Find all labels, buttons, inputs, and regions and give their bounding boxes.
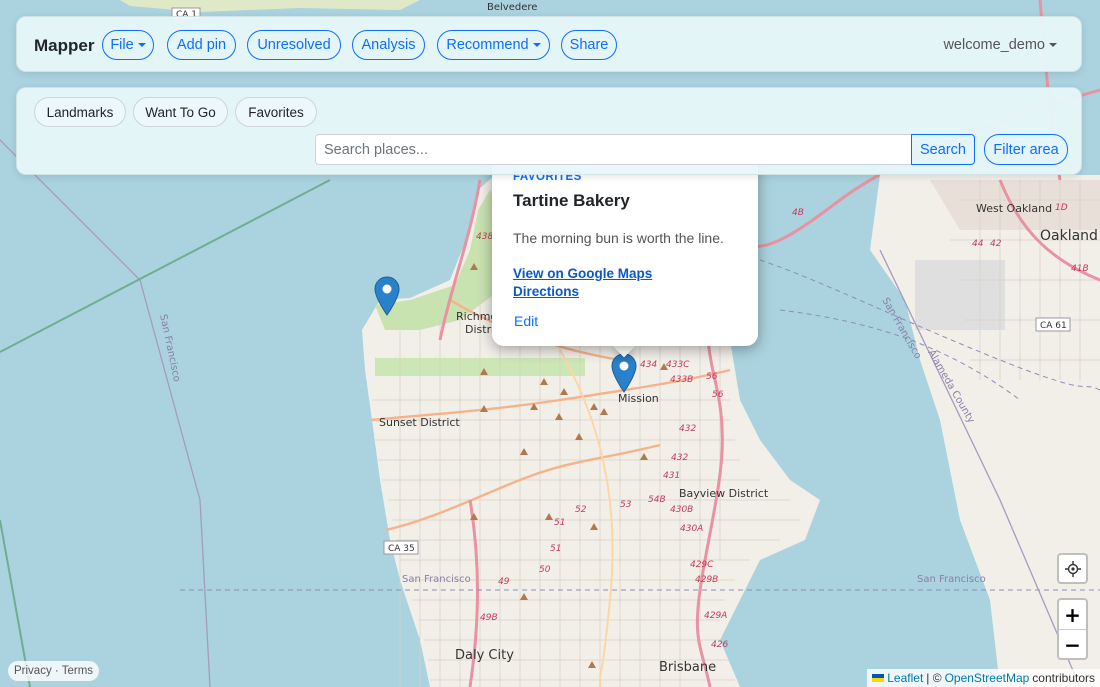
svg-text:433C: 433C: [666, 360, 690, 370]
map-attribution: Leaflet | © OpenStreetMap contributors: [867, 669, 1100, 687]
svg-text:49: 49: [498, 577, 510, 587]
osm-link[interactable]: OpenStreetMap: [945, 671, 1030, 685]
svg-text:429B: 429B: [695, 575, 718, 585]
svg-text:429C: 429C: [690, 560, 714, 570]
place-popup: FAVORITES Tartine Bakery The morning bun…: [492, 160, 758, 346]
unresolved-button[interactable]: Unresolved: [247, 30, 341, 60]
svg-text:Belvedere: Belvedere: [487, 2, 537, 13]
attribution-contributors: contributors: [1032, 671, 1095, 685]
svg-text:Bayview District: Bayview District: [679, 487, 769, 500]
list-chip-want-to-go[interactable]: Want To Go: [133, 97, 228, 127]
list-chip-landmarks[interactable]: Landmarks: [34, 97, 126, 127]
svg-text:49B: 49B: [480, 613, 498, 623]
svg-text:52: 52: [575, 505, 587, 515]
svg-text:4B: 4B: [792, 208, 804, 218]
svg-text:51: 51: [550, 544, 561, 554]
edit-button[interactable]: Edit: [514, 313, 538, 329]
svg-text:53: 53: [620, 500, 632, 510]
file-menu-label: File: [110, 37, 134, 53]
svg-text:429A: 429A: [704, 611, 727, 621]
attribution-separator: | ©: [926, 671, 942, 685]
selected-map-marker-icon[interactable]: [611, 353, 637, 393]
chevron-down-icon: [137, 43, 146, 47]
svg-text:431: 431: [663, 471, 680, 481]
file-menu-button[interactable]: File: [102, 30, 154, 60]
svg-text:56: 56: [706, 372, 718, 382]
svg-text:44: 44: [972, 239, 984, 249]
svg-text:430A: 430A: [680, 524, 703, 534]
svg-text:433B: 433B: [670, 375, 693, 385]
svg-text:434: 434: [640, 360, 657, 370]
svg-text:56: 56: [712, 390, 724, 400]
user-name: welcome_demo: [943, 37, 1045, 53]
svg-text:438: 438: [476, 232, 493, 242]
svg-text:54B: 54B: [648, 495, 666, 505]
svg-text:CA 61: CA 61: [1040, 321, 1067, 331]
list-chip-favorites[interactable]: Favorites: [235, 97, 317, 127]
analysis-button[interactable]: Analysis: [352, 30, 425, 60]
popup-title: Tartine Bakery: [513, 191, 630, 210]
user-menu[interactable]: welcome_demo: [943, 37, 1057, 53]
svg-text:1D: 1D: [1055, 203, 1068, 213]
svg-text:Daly City: Daly City: [455, 648, 514, 663]
search-button[interactable]: Search: [911, 134, 975, 165]
svg-text:432: 432: [679, 424, 696, 434]
svg-text:CA 35: CA 35: [388, 544, 415, 554]
zoom-control: + −: [1057, 598, 1088, 660]
svg-text:430B: 430B: [670, 505, 693, 515]
search-input[interactable]: [315, 134, 912, 165]
svg-text:Oakland: Oakland: [1040, 228, 1098, 244]
svg-text:West Oakland: West Oakland: [976, 202, 1052, 215]
directions-link[interactable]: Directions: [513, 284, 579, 299]
ukraine-flag-icon: [872, 674, 885, 682]
top-navbar: Mapper File Add pin Unresolved Analysis …: [16, 16, 1082, 72]
chevron-down-icon: [1049, 43, 1057, 47]
svg-text:432: 432: [671, 453, 688, 463]
svg-text:San Francisco: San Francisco: [917, 574, 986, 585]
svg-text:Brisbane: Brisbane: [659, 660, 716, 675]
svg-text:41B: 41B: [1071, 264, 1089, 274]
leaflet-link[interactable]: Leaflet: [887, 671, 923, 685]
zoom-out-button[interactable]: −: [1059, 630, 1086, 658]
recommend-menu-label: Recommend: [446, 37, 529, 53]
chevron-down-icon: [532, 43, 541, 47]
locate-button[interactable]: [1057, 553, 1088, 584]
app-brand[interactable]: Mapper: [34, 36, 94, 56]
svg-text:42: 42: [990, 239, 1002, 249]
svg-text:51: 51: [554, 518, 565, 528]
share-button[interactable]: Share: [561, 30, 617, 60]
add-pin-button[interactable]: Add pin: [167, 30, 236, 60]
legal-links[interactable]: Privacy · Terms: [8, 661, 100, 681]
google-maps-link[interactable]: View on Google Maps: [513, 266, 652, 281]
zoom-in-button[interactable]: +: [1059, 600, 1086, 630]
crosshair-icon: [1064, 560, 1081, 577]
filter-area-button[interactable]: Filter area: [984, 134, 1068, 165]
popup-note: The morning bun is worth the line.: [513, 230, 724, 246]
lists-search-panel: Landmarks Want To Go Favorites Search Fi…: [16, 87, 1082, 175]
map-marker-icon[interactable]: [374, 276, 400, 316]
svg-text:426: 426: [711, 640, 728, 650]
svg-text:50: 50: [539, 565, 551, 575]
svg-text:San Francisco: San Francisco: [402, 574, 471, 585]
svg-text:Mission: Mission: [618, 392, 659, 405]
recommend-menu-button[interactable]: Recommend: [437, 30, 550, 60]
svg-text:Sunset District: Sunset District: [379, 416, 460, 429]
